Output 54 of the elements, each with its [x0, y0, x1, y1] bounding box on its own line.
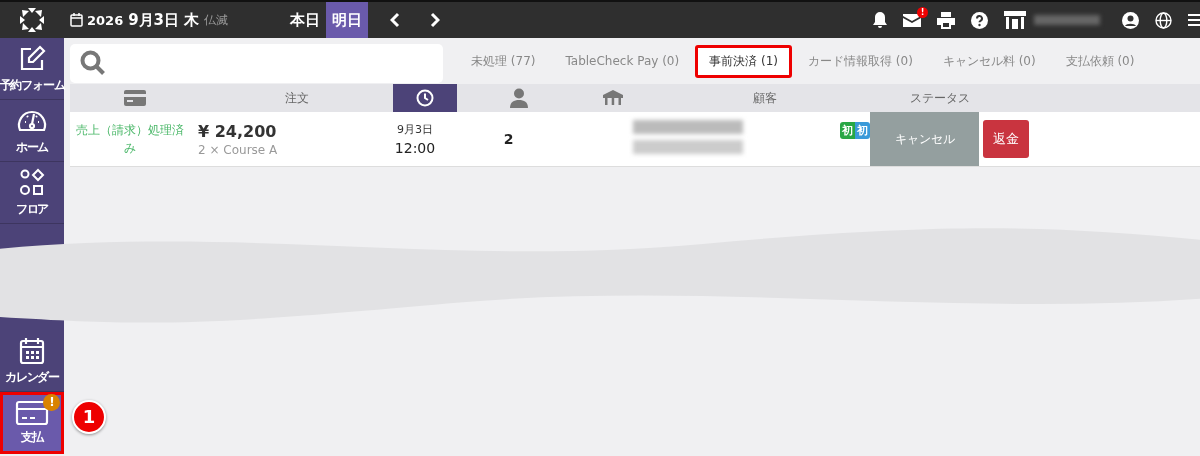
credit-card-icon	[15, 399, 49, 426]
amount-text: ¥ 24,200	[198, 121, 278, 141]
filter-tab[interactable]: TableCheck Pay (0)	[551, 44, 694, 78]
globe-icon[interactable]	[1155, 11, 1172, 29]
party-size: 2	[503, 131, 514, 147]
search-icon	[80, 50, 106, 76]
filter-tab[interactable]: 支払依頼 (0)	[1051, 44, 1149, 78]
order-items-text: 2 × Course A	[198, 142, 279, 157]
calendar-icon	[18, 335, 46, 366]
sidebar-item[interactable]: 支払 !	[0, 392, 64, 454]
first-visit-tag: 初	[855, 122, 870, 139]
weekday-text: 木	[184, 10, 200, 30]
reservation-time: 12:00	[394, 140, 436, 156]
filter-tab[interactable]: キャンセル料 (0)	[928, 44, 1050, 78]
table-icon	[602, 90, 623, 106]
column-header[interactable]: ステータス	[885, 84, 995, 112]
column-header[interactable]: 顧客	[645, 84, 885, 112]
logo-icon[interactable]	[19, 7, 45, 33]
help-icon[interactable]	[971, 11, 988, 29]
shapes-icon	[17, 167, 47, 198]
step-number-badge: 1	[72, 400, 106, 434]
credit-card-icon	[124, 90, 146, 106]
notification-badge: !	[917, 6, 928, 18]
column-header[interactable]: 注文	[200, 84, 393, 112]
payment-status: 売上（請求）処理済み	[75, 122, 185, 157]
reservation-date: 9月3日	[397, 122, 433, 137]
account-icon[interactable]	[1122, 11, 1139, 29]
mail-icon[interactable]	[903, 13, 921, 27]
search-field[interactable]	[70, 43, 443, 83]
bell-icon[interactable]	[873, 12, 887, 28]
refund-button[interactable]: 返金	[983, 120, 1029, 158]
rokuyo-text: 仏滅	[204, 11, 229, 29]
status-cell: キャンセル	[870, 112, 979, 166]
filter-tab[interactable]: 事前決済 (1)	[695, 44, 792, 78]
day-button[interactable]: 明日	[326, 2, 369, 38]
filter-tab[interactable]: カード情報取得 (0)	[794, 44, 927, 78]
next-icon[interactable]	[430, 12, 441, 28]
menu-icon[interactable]	[1188, 13, 1200, 27]
person-icon	[509, 88, 528, 108]
store-icon[interactable]	[1004, 11, 1026, 29]
date-text: 9月3日	[128, 10, 180, 30]
date-year: 2026	[87, 12, 124, 28]
column-header[interactable]	[393, 84, 457, 112]
clock-icon	[416, 89, 434, 107]
sidebar-item[interactable]: ホーム	[0, 100, 64, 162]
warning-badge: !	[43, 394, 60, 411]
sidebar-item[interactable]: フロア	[0, 162, 64, 224]
filter-tab[interactable]: 未処理 (77)	[457, 44, 550, 78]
printer-icon[interactable]	[937, 11, 955, 29]
first-visit-tag: 初	[840, 122, 855, 139]
calendar-icon[interactable]	[70, 13, 83, 27]
blurred-restaurant-name	[1034, 15, 1100, 25]
previous-icon[interactable]	[390, 12, 401, 28]
day-button[interactable]: 本日	[284, 2, 327, 38]
